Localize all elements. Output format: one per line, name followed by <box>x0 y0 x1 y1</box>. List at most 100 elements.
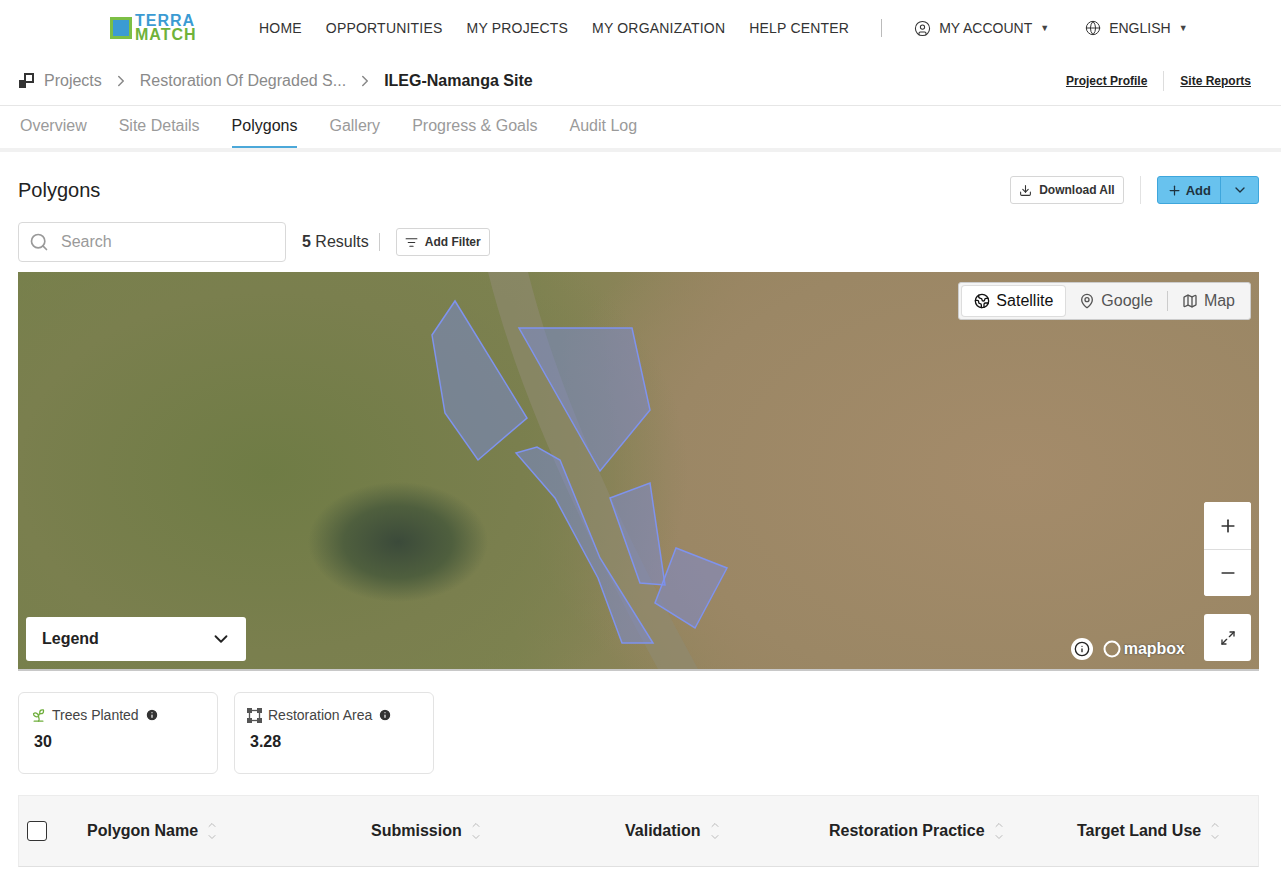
stat-card: Trees Planted30 <box>18 692 218 774</box>
site-polygon[interactable] <box>610 483 665 585</box>
polygon-layer <box>18 272 1259 669</box>
header-link[interactable]: Project Profile <box>1066 74 1147 88</box>
actions: Download All Add <box>1010 176 1259 204</box>
column-header[interactable]: Restoration Practice <box>829 819 1077 843</box>
search-input[interactable] <box>59 232 275 252</box>
legend-dropdown[interactable]: Legend <box>26 617 246 661</box>
main-nav: HOME OPPORTUNITIES MY PROJECTS MY ORGANIZAT… <box>259 19 1188 37</box>
nav-item[interactable]: OPPORTUNITIES <box>326 20 443 36</box>
stat-value: 30 <box>31 733 205 751</box>
stat-card: Restoration Area 3.28 <box>234 692 434 774</box>
column-header[interactable]: Polygon Name <box>87 819 371 843</box>
column-header[interactable]: Target Land Use <box>1077 819 1258 843</box>
site-polygon[interactable] <box>655 548 727 628</box>
logo[interactable]: TERRAMATCH <box>110 14 259 42</box>
earth-icon <box>974 293 990 309</box>
table-header: Polygon NameSubmissionValidationRestorat… <box>18 795 1259 867</box>
map[interactable]: SatelliteGoogleMap Legend mapbox <box>18 272 1259 671</box>
layer-divider <box>1167 291 1168 311</box>
sort-icon <box>1209 819 1221 843</box>
select-all-checkbox[interactable] <box>27 821 47 841</box>
download-icon <box>1019 184 1032 197</box>
plus-icon <box>1218 516 1238 536</box>
section-title: Polygons <box>18 179 100 202</box>
map-icon <box>1182 293 1198 309</box>
tree-icon <box>31 708 46 723</box>
tab[interactable]: Overview <box>20 106 87 148</box>
projects-icon <box>18 73 34 89</box>
chevron-icon <box>356 72 374 90</box>
tab[interactable]: Site Details <box>119 106 200 148</box>
chevron-icon <box>112 72 130 90</box>
column-header[interactable]: Validation <box>625 819 829 843</box>
download-all-button[interactable]: Download All <box>1010 176 1124 204</box>
pin-icon <box>1079 293 1095 309</box>
map-layer-button[interactable]: Map <box>1170 286 1247 316</box>
nav-item[interactable]: MY ORGANIZATION <box>592 20 725 36</box>
zoom-controls <box>1204 502 1251 596</box>
minus-icon <box>1218 563 1238 583</box>
sort-icon <box>206 819 218 843</box>
nav-item[interactable]: MY PROJECTS <box>467 20 569 36</box>
map-layer-button[interactable]: Google <box>1067 286 1165 316</box>
sort-icon <box>993 819 1005 843</box>
result-count: 5 Results <box>302 233 369 251</box>
breadcrumb-item[interactable]: ILEG-Namanga Site <box>384 72 532 90</box>
stats: Trees Planted30 Restoration Area 3.28 <box>18 692 1259 774</box>
action-divider <box>1140 176 1141 204</box>
breadcrumb-bar: Projects Restoration Of Degraded S... ILEG… <box>0 56 1281 106</box>
info-icon[interactable] <box>145 708 159 722</box>
breadcrumb: Projects Restoration Of Degraded S... ILEG… <box>18 72 533 90</box>
content: Polygons Download All Add 5 Results Add Filt… <box>0 152 1281 867</box>
zoom-in-button[interactable] <box>1204 502 1251 549</box>
top-bar: TERRAMATCH HOME OPPORTUNITIES MY PROJECTS MY… <box>0 0 1281 56</box>
add-filter-button[interactable]: Add Filter <box>396 228 490 256</box>
expand-icon <box>1220 630 1236 646</box>
tab[interactable]: Gallery <box>329 106 380 148</box>
search-field[interactable] <box>18 222 286 262</box>
stat-value: 3.28 <box>247 733 421 751</box>
tab[interactable]: Audit Log <box>570 106 638 148</box>
info-icon[interactable] <box>378 708 392 722</box>
area-icon <box>247 708 262 723</box>
language-menu[interactable]: ENGLISH▼ <box>1085 20 1187 36</box>
nav-item[interactable]: HOME <box>259 20 302 36</box>
link-divider <box>1163 71 1164 91</box>
mapbox-icon <box>1103 640 1121 658</box>
info-icon[interactable] <box>1071 638 1093 660</box>
user-icon <box>914 20 931 37</box>
map-attribution: mapbox <box>1071 638 1185 660</box>
logo-text: TERRAMATCH <box>135 14 197 42</box>
site-polygon[interactable] <box>432 301 527 460</box>
nav-divider <box>881 19 882 37</box>
tab[interactable]: Polygons <box>232 106 298 148</box>
map-layer-button[interactable]: Satellite <box>962 286 1065 316</box>
map-layer-switch: SatelliteGoogleMap <box>958 282 1251 320</box>
fullscreen-button[interactable] <box>1204 614 1251 661</box>
column-header[interactable]: Submission <box>371 819 625 843</box>
sort-icon <box>709 819 721 843</box>
add-button[interactable]: Add <box>1158 177 1220 203</box>
tab-bar: Overview Site Details Polygons Gallery Progr… <box>0 106 1281 152</box>
add-menu-button[interactable] <box>1220 177 1258 203</box>
search-icon <box>29 232 49 252</box>
zoom-out-button[interactable] <box>1204 549 1251 596</box>
breadcrumb-item[interactable]: Restoration Of Degraded S... <box>140 72 346 90</box>
breadcrumb-item[interactable]: Projects <box>44 72 102 90</box>
header-links: Project Profile Site Reports <box>1066 71 1251 91</box>
count-divider <box>379 233 380 251</box>
plus-icon <box>1167 183 1182 198</box>
filter-icon <box>405 236 418 249</box>
search-row: 5 Results Add Filter <box>18 212 1259 272</box>
mapbox-logo: mapbox <box>1103 640 1185 658</box>
account-menu[interactable]: MY ACCOUNT▼ <box>914 20 1049 37</box>
tab[interactable]: Progress & Goals <box>412 106 537 148</box>
sort-icon <box>470 819 482 843</box>
stat-label: Restoration Area <box>247 707 421 723</box>
globe-icon <box>1085 20 1101 36</box>
nav-item[interactable]: HELP CENTER <box>749 20 849 36</box>
title-row: Polygons Download All Add <box>18 152 1259 208</box>
add-split-button: Add <box>1157 176 1259 204</box>
header-link[interactable]: Site Reports <box>1180 74 1251 88</box>
chevron-down-icon <box>1232 182 1248 198</box>
